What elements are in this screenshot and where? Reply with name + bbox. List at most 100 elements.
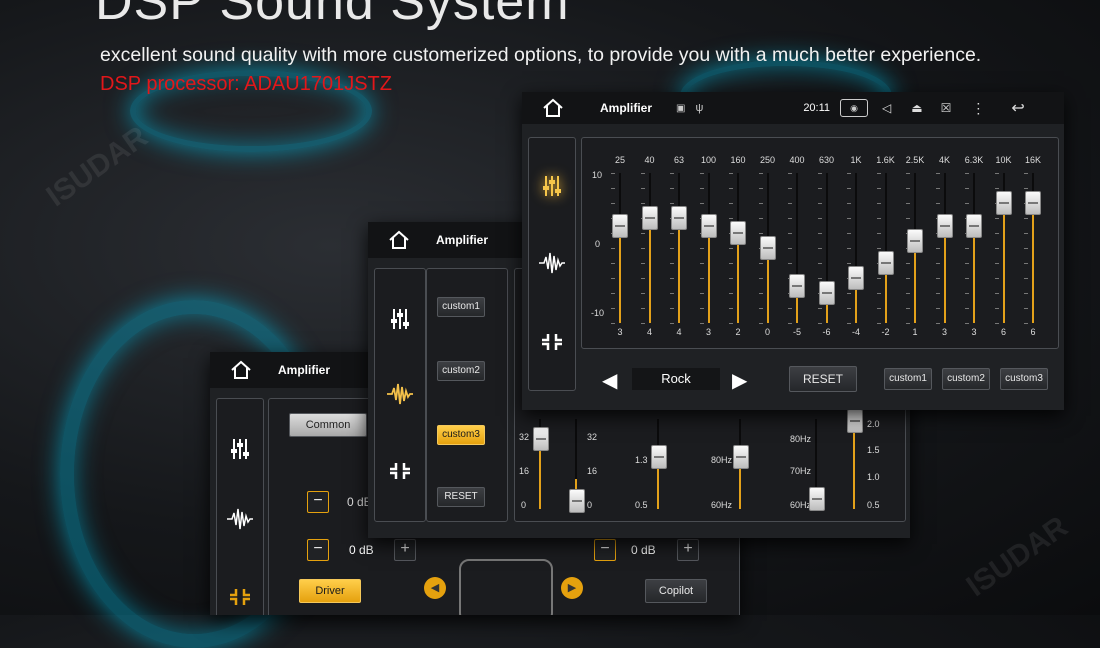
band-slider-track[interactable] — [796, 173, 798, 323]
band-tick — [994, 293, 999, 294]
band-slider-knob[interactable] — [759, 236, 776, 260]
band-slider-knob[interactable] — [877, 251, 894, 275]
band-frequency-label: 250 — [759, 155, 776, 165]
band-frequency-label: 10K — [995, 155, 1012, 165]
band-tick — [788, 308, 792, 309]
minus-button[interactable]: − — [307, 491, 329, 513]
band-tick — [1024, 173, 1028, 174]
band-value-label: 6 — [1000, 327, 1006, 337]
band-slider-knob[interactable] — [907, 228, 923, 253]
band-tick — [935, 188, 940, 189]
band-tick — [788, 218, 792, 219]
band-tick — [817, 203, 822, 204]
slider-knob[interactable] — [847, 409, 863, 433]
band-tick — [876, 278, 881, 279]
prev-preset-button[interactable]: ◀ — [602, 368, 617, 393]
band-slider-knob[interactable] — [612, 213, 628, 238]
balance-icon[interactable] — [228, 585, 252, 609]
slider-knob[interactable] — [533, 427, 549, 451]
band-tick — [1024, 248, 1028, 249]
slider-knob[interactable] — [733, 445, 749, 469]
band-tick — [965, 323, 969, 324]
slider-knob[interactable] — [809, 487, 825, 511]
custom1-button[interactable]: custom1 — [884, 368, 932, 390]
band-frequency-label: 63 — [673, 155, 684, 165]
band-slider-track[interactable] — [855, 173, 857, 323]
band-slider-knob[interactable] — [671, 206, 687, 230]
band-tick — [906, 203, 910, 204]
right-arrow-button[interactable]: ▶ — [561, 577, 583, 599]
band-slider-knob[interactable] — [700, 213, 717, 238]
home-icon[interactable] — [388, 230, 410, 250]
band-slider-track[interactable] — [884, 173, 887, 323]
band-tick — [847, 173, 851, 174]
next-preset-button[interactable]: ▶ — [732, 368, 747, 393]
plus-button[interactable]: + — [677, 539, 699, 561]
band-slider-knob[interactable] — [936, 213, 953, 238]
driver-button[interactable]: Driver — [299, 579, 361, 603]
waveform-icon[interactable] — [538, 251, 566, 275]
band-tick — [729, 248, 733, 249]
band-slider-track[interactable] — [737, 173, 739, 323]
band-tick — [788, 173, 792, 174]
preset-custom2-button[interactable]: custom2 — [437, 361, 485, 381]
menu-icon[interactable]: ⋮ — [971, 100, 985, 117]
minus-button[interactable]: − — [594, 539, 616, 561]
watermark: ISUDAR — [40, 120, 154, 214]
equalizer-icon[interactable] — [390, 307, 410, 331]
band-slider-knob[interactable] — [966, 213, 982, 238]
close-window-icon[interactable]: ☒ — [941, 101, 952, 115]
band-tick — [611, 263, 615, 264]
eject-icon[interactable]: ⏏ — [911, 101, 922, 115]
band-tick — [935, 308, 940, 309]
band-tick — [906, 308, 910, 309]
band-tick — [847, 293, 851, 294]
band-slider-track[interactable] — [648, 173, 651, 323]
band-slider-knob[interactable] — [1025, 191, 1041, 215]
band-slider-track[interactable] — [973, 173, 975, 323]
band-slider-knob[interactable] — [789, 273, 805, 298]
band-slider-track[interactable] — [678, 173, 680, 323]
band-tick — [906, 263, 910, 264]
balance-icon[interactable] — [388, 459, 412, 483]
waveform-icon[interactable] — [386, 382, 414, 406]
band-slider-knob[interactable] — [818, 281, 835, 305]
band-tick — [729, 218, 733, 219]
band-tick — [994, 323, 999, 324]
slider-knob[interactable] — [569, 489, 585, 513]
band-slider-track[interactable] — [943, 173, 946, 323]
home-icon[interactable] — [230, 360, 252, 380]
preset-custom3-button[interactable]: custom3 — [437, 425, 485, 445]
home-icon[interactable] — [542, 98, 564, 118]
scale-label: 16 — [519, 466, 530, 476]
plus-button[interactable]: + — [394, 539, 416, 561]
band-slider-knob[interactable] — [730, 221, 746, 245]
band-value-label: -5 — [792, 327, 801, 337]
equalizer-icon[interactable] — [230, 437, 250, 461]
common-mode-button[interactable]: Common — [289, 413, 367, 437]
copilot-button[interactable]: Copilot — [645, 579, 707, 603]
waveform-icon[interactable] — [226, 507, 254, 531]
minus-button[interactable]: − — [307, 539, 329, 561]
band-slider-knob[interactable] — [848, 266, 864, 290]
slider-knob[interactable] — [651, 445, 667, 469]
volume-icon[interactable]: ◁ — [882, 101, 891, 115]
equalizer-icon[interactable] — [542, 174, 562, 198]
band-tick — [994, 248, 999, 249]
reset-button[interactable]: RESET — [789, 366, 857, 392]
preset-custom1-button[interactable]: custom1 — [437, 297, 485, 317]
reset-button[interactable]: RESET — [437, 487, 485, 507]
band-slider-track[interactable] — [619, 173, 621, 323]
camera-icon[interactable]: ◉ — [840, 99, 869, 117]
custom2-button[interactable]: custom2 — [942, 368, 990, 390]
left-arrow-button[interactable]: ◀ — [424, 577, 446, 599]
freq-label: 70Hz — [790, 466, 812, 476]
back-icon[interactable]: ↩ — [1011, 98, 1024, 118]
balance-icon[interactable] — [540, 330, 564, 354]
band-tick — [847, 323, 851, 324]
band-slider-knob[interactable] — [641, 206, 658, 230]
band-slider-track[interactable] — [707, 173, 710, 323]
custom3-button[interactable]: custom3 — [1000, 368, 1048, 390]
band-slider-knob[interactable] — [995, 191, 1012, 215]
band-tick — [935, 323, 940, 324]
